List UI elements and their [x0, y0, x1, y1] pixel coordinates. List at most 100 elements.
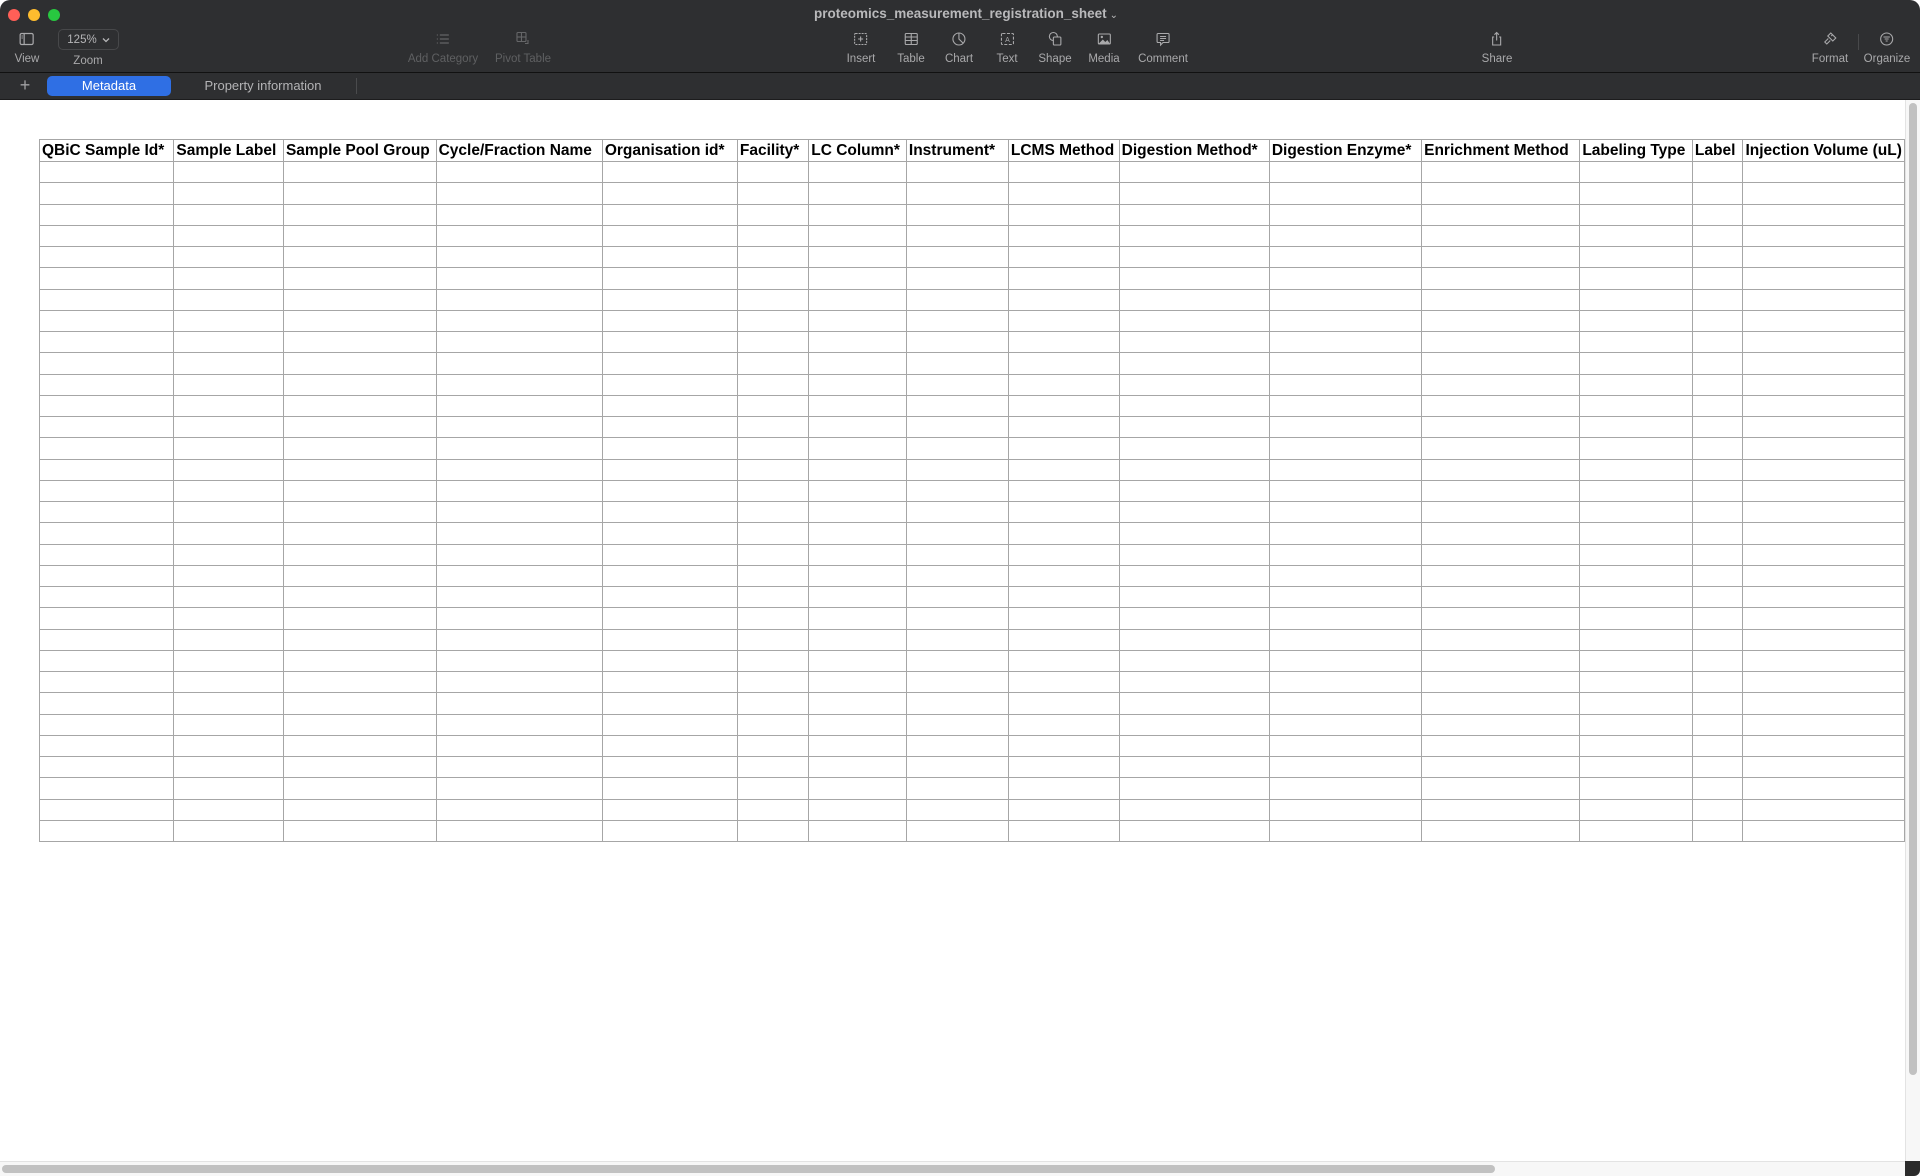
table-cell[interactable]	[1268, 734, 1423, 758]
table-cell[interactable]	[1268, 288, 1423, 311]
table-cell[interactable]	[1007, 267, 1120, 290]
table-cell[interactable]	[1118, 777, 1270, 800]
table-cell[interactable]	[1579, 182, 1693, 205]
table-cell[interactable]	[282, 585, 437, 609]
table-cell[interactable]	[1579, 670, 1693, 694]
column-header[interactable]: Facility*	[736, 139, 810, 162]
table-cell[interactable]	[173, 373, 284, 396]
table-cell[interactable]	[601, 394, 738, 418]
table-cell[interactable]	[1691, 798, 1744, 821]
table-cell[interactable]	[1268, 245, 1423, 269]
table-cell[interactable]	[808, 394, 907, 418]
table-cell[interactable]	[282, 777, 437, 800]
table-cell[interactable]	[1268, 798, 1423, 821]
table-cell[interactable]	[1268, 479, 1423, 503]
table-cell[interactable]	[1118, 500, 1270, 524]
table-cell[interactable]	[1691, 777, 1744, 800]
table-cell[interactable]	[38, 245, 175, 269]
table-cell[interactable]	[173, 458, 284, 481]
table-cell[interactable]	[1007, 437, 1120, 460]
table-cell[interactable]	[1579, 330, 1693, 354]
table-cell[interactable]	[1742, 458, 1905, 481]
table-cell[interactable]	[435, 628, 603, 651]
table-cell[interactable]	[38, 373, 175, 396]
document-title[interactable]: proteomics_measurement_registration_shee…	[0, 6, 1920, 21]
table-cell[interactable]	[435, 245, 603, 269]
table-cell[interactable]	[435, 415, 603, 439]
table-cell[interactable]	[736, 394, 810, 418]
table-cell[interactable]	[601, 458, 738, 481]
table-cell[interactable]	[1118, 394, 1270, 418]
table-cell[interactable]	[1268, 458, 1423, 481]
table-cell[interactable]	[808, 288, 907, 311]
table-cell[interactable]	[38, 352, 175, 375]
table-cell[interactable]	[173, 309, 284, 333]
table-cell[interactable]	[1421, 352, 1581, 375]
table-cell[interactable]	[1742, 415, 1905, 439]
table-cell[interactable]	[905, 458, 1009, 481]
table-cell[interactable]	[1579, 267, 1693, 290]
table-cell[interactable]	[435, 352, 603, 375]
table-cell[interactable]	[1118, 755, 1270, 779]
table-cell[interactable]	[808, 734, 907, 758]
table-cell[interactable]	[1579, 415, 1693, 439]
table-cell[interactable]	[905, 203, 1009, 226]
table-cell[interactable]	[736, 182, 810, 205]
table-cell[interactable]	[173, 543, 284, 566]
table-cell[interactable]	[1268, 415, 1423, 439]
table-cell[interactable]	[1421, 670, 1581, 694]
table-cell[interactable]	[38, 628, 175, 651]
table-cell[interactable]	[282, 798, 437, 821]
table-cell[interactable]	[282, 564, 437, 588]
table-cell[interactable]	[1118, 607, 1270, 630]
zoom-select[interactable]: 125%	[58, 29, 119, 50]
table-cell[interactable]	[1118, 798, 1270, 821]
column-header[interactable]: Digestion Enzyme*	[1268, 139, 1423, 162]
table-cell[interactable]	[282, 224, 437, 248]
table-cell[interactable]	[435, 267, 603, 290]
table-cell[interactable]	[38, 309, 175, 333]
table-cell[interactable]	[1118, 670, 1270, 694]
table-cell[interactable]	[1007, 819, 1120, 843]
table-cell[interactable]	[282, 819, 437, 843]
table-cell[interactable]	[1579, 373, 1693, 396]
table-cell[interactable]	[435, 160, 603, 184]
table-cell[interactable]	[1007, 777, 1120, 800]
table-cell[interactable]	[282, 713, 437, 736]
column-header[interactable]: LC Column*	[808, 139, 907, 162]
table-cell[interactable]	[435, 394, 603, 418]
table-cell[interactable]	[1579, 543, 1693, 566]
table-cell[interactable]	[1691, 522, 1744, 545]
table-cell[interactable]	[173, 288, 284, 311]
table-cell[interactable]	[1691, 288, 1744, 311]
table-cell[interactable]	[173, 798, 284, 821]
table-cell[interactable]	[1691, 437, 1744, 460]
table-cell[interactable]	[1691, 182, 1744, 205]
table-cell[interactable]	[435, 288, 603, 311]
table-cell[interactable]	[435, 649, 603, 673]
table-cell[interactable]	[1421, 543, 1581, 566]
table-cell[interactable]	[1421, 607, 1581, 630]
table-cell[interactable]	[736, 522, 810, 545]
table-cell[interactable]	[601, 607, 738, 630]
table-cell[interactable]	[1742, 734, 1905, 758]
table-cell[interactable]	[435, 224, 603, 248]
table-cell[interactable]	[808, 564, 907, 588]
table-cell[interactable]	[601, 713, 738, 736]
table-cell[interactable]	[1007, 394, 1120, 418]
table-cell[interactable]	[38, 777, 175, 800]
table-cell[interactable]	[736, 755, 810, 779]
table-cell[interactable]	[1742, 160, 1905, 184]
table-cell[interactable]	[736, 479, 810, 503]
table-cell[interactable]	[905, 649, 1009, 673]
horizontal-scrollbar-thumb[interactable]	[2, 1165, 1495, 1173]
table-cell[interactable]	[1742, 182, 1905, 205]
table-cell[interactable]	[1579, 288, 1693, 311]
table-cell[interactable]	[736, 203, 810, 226]
table-cell[interactable]	[905, 522, 1009, 545]
column-header[interactable]: Instrument*	[905, 139, 1009, 162]
table-cell[interactable]	[1579, 245, 1693, 269]
table-cell[interactable]	[736, 692, 810, 715]
table-cell[interactable]	[1268, 585, 1423, 609]
table-cell[interactable]	[1118, 458, 1270, 481]
